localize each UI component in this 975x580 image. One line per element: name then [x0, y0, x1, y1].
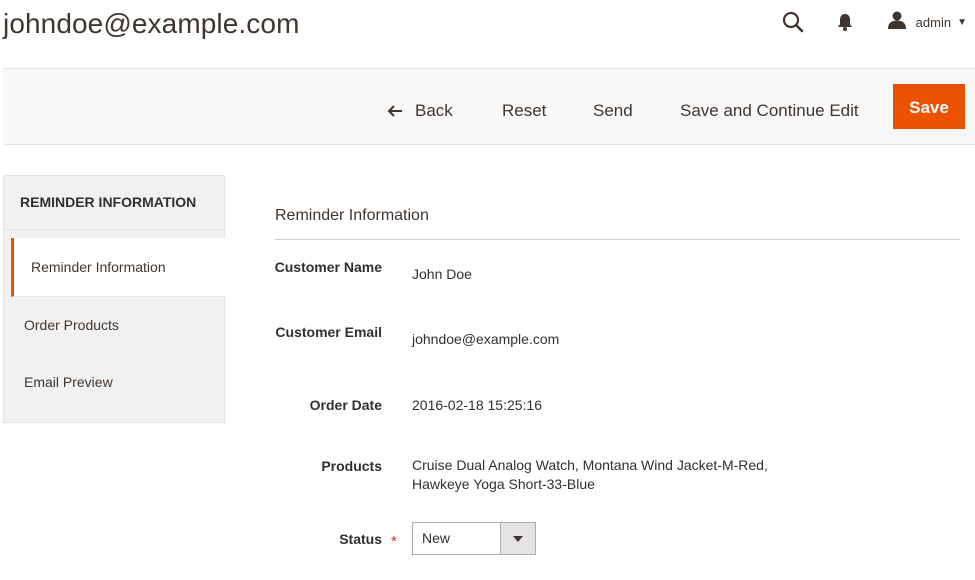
- products-value-line1: Cruise Dual Analog Watch, Montana Wind J…: [412, 457, 768, 473]
- page-title: johndoe@example.com: [3, 8, 300, 39]
- sidebar: REMINDER INFORMATION Reminder Informatio…: [3, 175, 225, 423]
- save-and-continue-button[interactable]: Save and Continue Edit: [680, 93, 859, 129]
- user-menu[interactable]: admin ▼: [887, 11, 967, 34]
- action-toolbar: Back Reset Send Save and Continue Edit S…: [3, 68, 975, 145]
- sidebar-item-email-preview[interactable]: Email Preview: [4, 354, 224, 411]
- customer-email-label: Customer Email: [275, 324, 382, 340]
- status-selected-value: New: [422, 530, 451, 546]
- sidebar-title: REMINDER INFORMATION: [4, 176, 224, 230]
- send-button[interactable]: Send: [593, 93, 633, 129]
- products-label: Products: [321, 458, 382, 474]
- status-select[interactable]: New: [412, 522, 536, 555]
- status-label: Status: [339, 531, 382, 547]
- user-icon: [887, 11, 907, 34]
- back-button[interactable]: Back: [387, 93, 453, 129]
- chevron-down-icon: ▼: [957, 16, 967, 28]
- save-button[interactable]: Save: [893, 84, 965, 129]
- required-mark: *: [391, 533, 397, 550]
- products-value-line2: Hawkeye Yoga Short-33-Blue: [412, 476, 595, 492]
- order-date-label: Order Date: [309, 397, 382, 413]
- sidebar-item-reminder-information[interactable]: Reminder Information: [11, 238, 225, 297]
- customer-email-value: johndoe@example.com: [412, 331, 560, 347]
- sidebar-item-order-products[interactable]: Order Products: [4, 297, 224, 354]
- order-date-value: 2016-02-18 15:25:16: [412, 397, 542, 413]
- customer-name-value: John Doe: [412, 266, 472, 282]
- user-name: admin: [915, 14, 952, 30]
- reset-button[interactable]: Reset: [502, 93, 546, 129]
- customer-name-label: Customer Name: [274, 259, 382, 275]
- notifications-bell-icon[interactable]: [833, 10, 857, 34]
- arrow-left-icon: [387, 105, 402, 117]
- section-divider: [275, 239, 960, 240]
- back-label: Back: [415, 101, 453, 120]
- search-icon[interactable]: [781, 10, 805, 34]
- section-title: Reminder Information: [275, 207, 429, 224]
- chevron-down-icon: [500, 523, 535, 554]
- header-actions: admin ▼: [781, 8, 967, 36]
